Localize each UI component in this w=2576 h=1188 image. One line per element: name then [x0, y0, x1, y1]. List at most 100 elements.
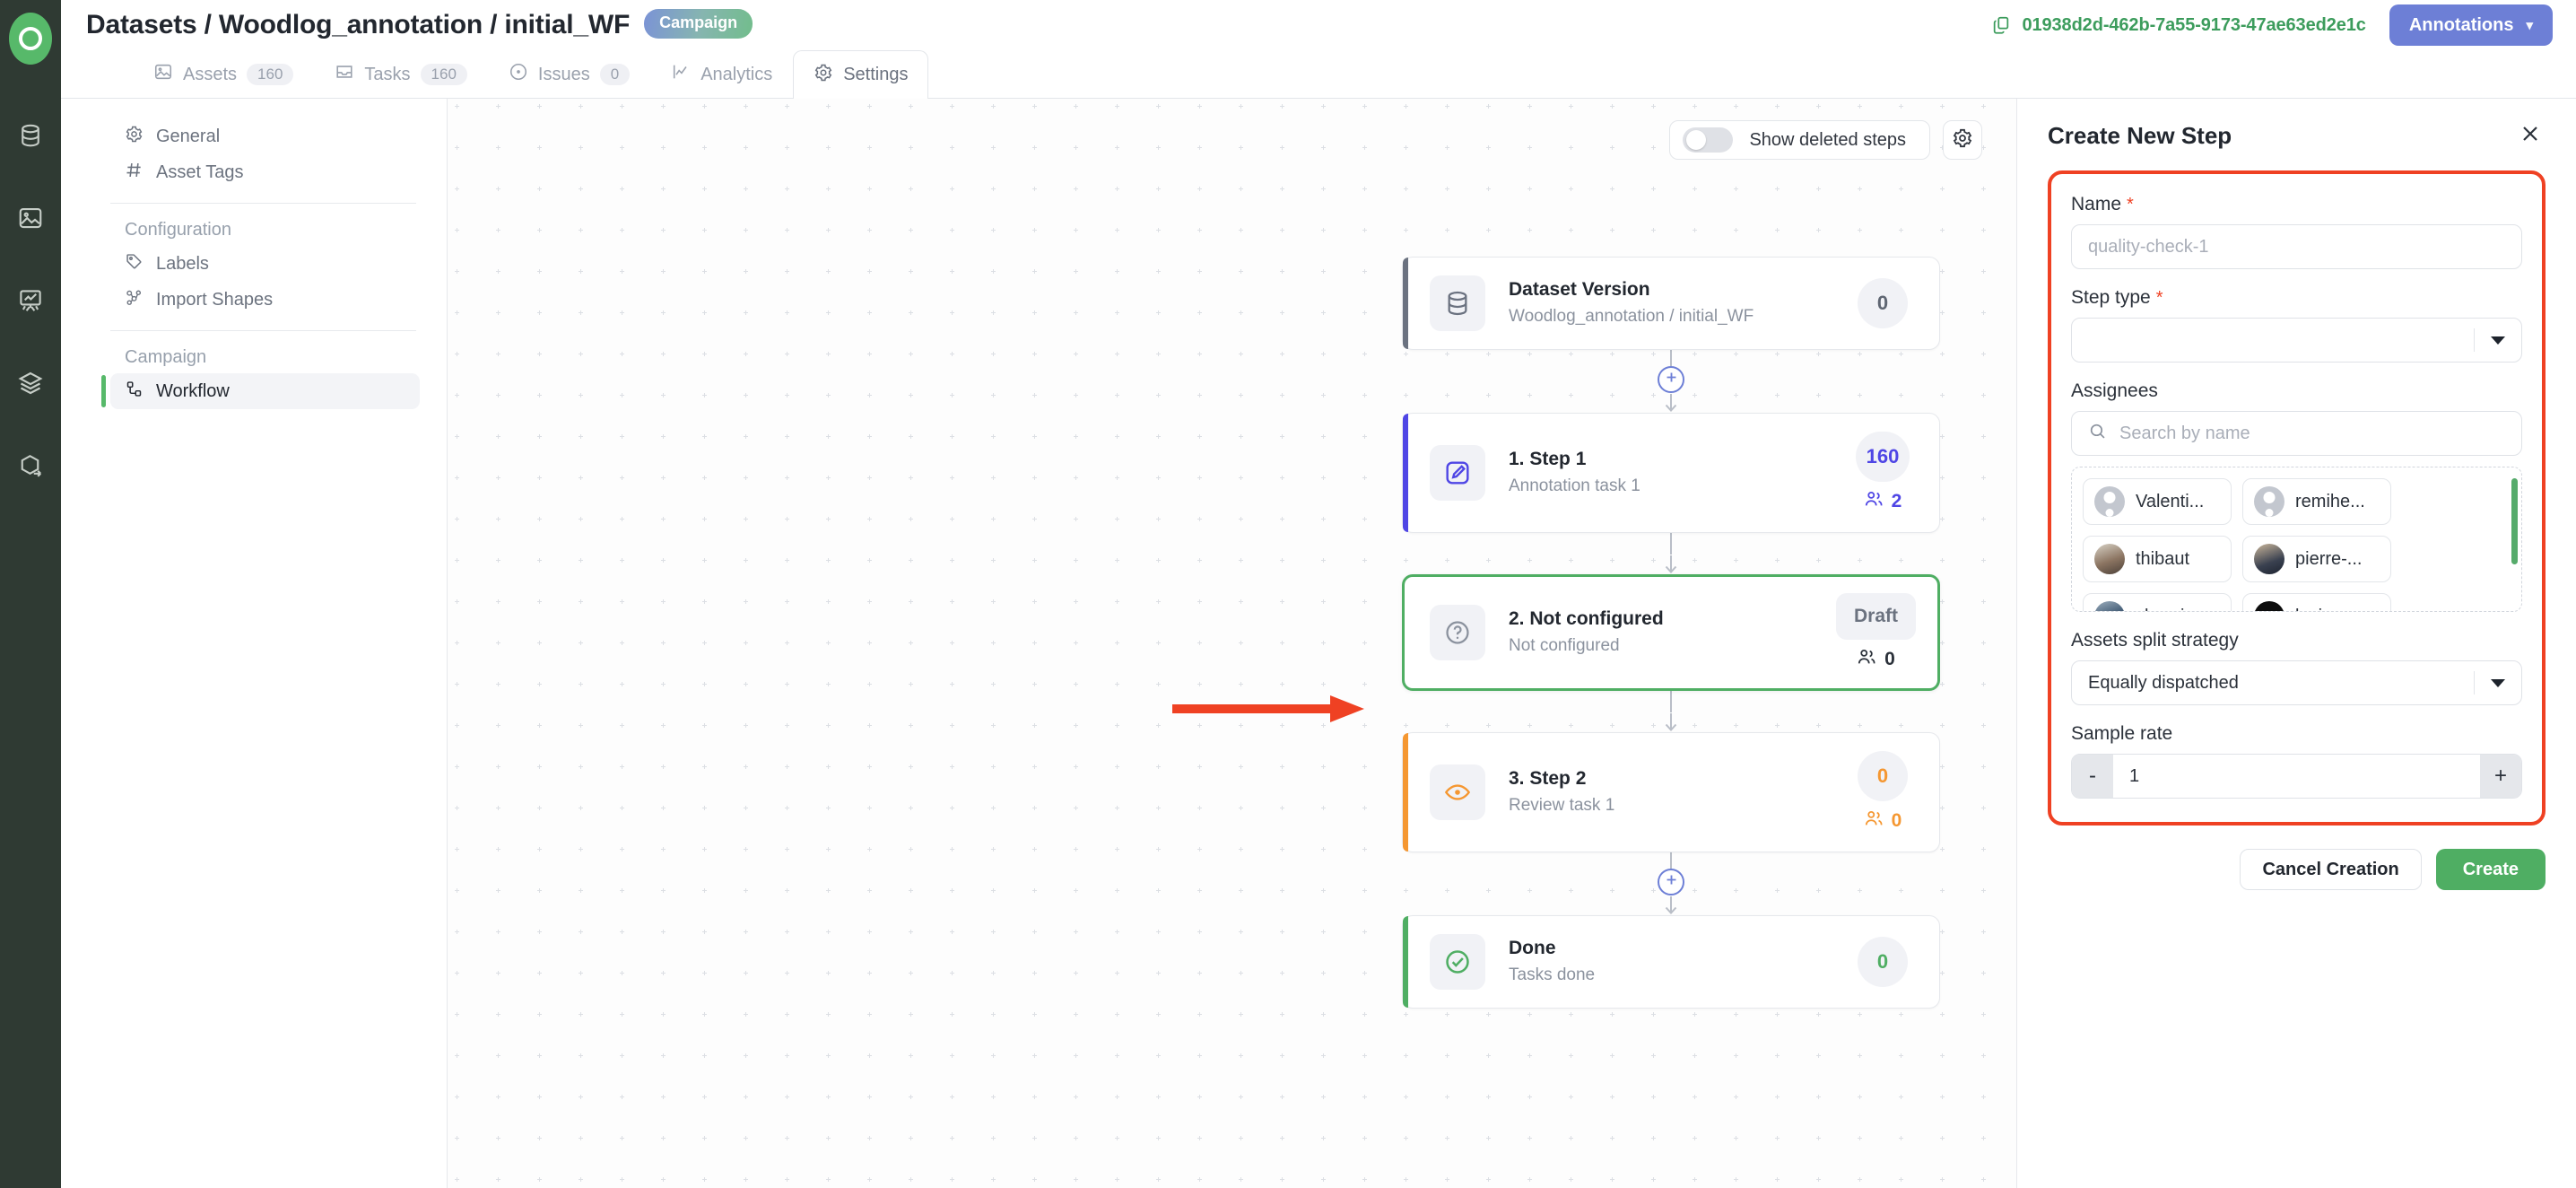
connector-line: [1670, 533, 1672, 555]
database-icon: [1430, 275, 1485, 331]
create-step-drawer: Create New Step Name * quality-check-1 S…: [2016, 99, 2576, 1188]
split-strategy-select[interactable]: Equally dispatched: [2071, 660, 2522, 705]
tab-issues[interactable]: Issues 0: [488, 50, 650, 98]
assignee-chip[interactable]: pierre-...: [2242, 536, 2391, 582]
toggle-knob: [1686, 130, 1707, 150]
connector-line: [1670, 691, 1672, 712]
workflow-node-step-2[interactable]: 3. Step 2 Review task 1 0 0: [1402, 732, 1940, 852]
name-input[interactable]: [2071, 224, 2522, 269]
assignee-search-input[interactable]: [2119, 423, 2505, 444]
node-count-badge: 160: [1855, 432, 1910, 482]
close-drawer-button[interactable]: [2515, 120, 2546, 151]
project-uuid[interactable]: 01938d2d-462b-7a55-9173-47ae63ed2e1c: [1991, 15, 2366, 36]
assignees-label: Assignees: [2071, 380, 2158, 401]
tab-settings[interactable]: Settings: [793, 50, 929, 99]
sample-rate-value[interactable]: 1: [2113, 755, 2480, 798]
assignee-list-scrollbar[interactable]: [2511, 478, 2518, 564]
workflow-icon: [125, 380, 144, 404]
assignee-chip[interactable]: thibaut: [2083, 536, 2232, 582]
campaign-badge: Campaign: [644, 8, 753, 39]
layers-icon: [17, 370, 44, 397]
assignee-name: cbrunie: [2136, 607, 2195, 612]
arrow-down-icon: [1664, 895, 1678, 915]
tab-analytics[interactable]: Analytics: [650, 50, 793, 98]
plus-icon: [1664, 370, 1679, 389]
avatar: [2254, 544, 2284, 574]
gear-icon: [814, 63, 833, 88]
show-deleted-steps-toggle[interactable]: Show deleted steps: [1669, 120, 1930, 160]
sidebar-item-general[interactable]: General: [110, 118, 420, 154]
workflow-canvas[interactable]: Show deleted steps Dataset Version Woodl…: [447, 99, 2016, 1188]
add-step-button-2[interactable]: [1658, 869, 1684, 895]
avatar: [2094, 544, 2125, 574]
tab-analytics-label: Analytics: [701, 64, 773, 84]
inbox-icon: [335, 62, 354, 87]
sample-rate-stepper: - 1 +: [2071, 754, 2522, 799]
workflow-flow: Dataset Version Woodlog_annotation / ini…: [1402, 257, 1940, 1009]
node-assignee-count: 0: [1864, 808, 1902, 834]
node-stripe: [1403, 916, 1408, 1008]
copy-icon[interactable]: [1991, 15, 2011, 35]
node-assignee-count: 2: [1864, 489, 1902, 514]
workflow-node-dataset-version[interactable]: Dataset Version Woodlog_annotation / ini…: [1402, 257, 1940, 350]
rail-item-datasets[interactable]: [10, 115, 51, 156]
connector-2: [1402, 533, 1940, 574]
node-title: Done: [1509, 938, 1556, 959]
question-circle-icon: [1430, 605, 1485, 660]
rail-item-assets[interactable]: [10, 197, 51, 239]
assignee-name: remihe...: [2295, 491, 2365, 511]
sample-rate-increment[interactable]: +: [2480, 755, 2521, 798]
workflow-node-done[interactable]: Done Tasks done 0: [1402, 915, 1940, 1009]
rail-item-analytics[interactable]: [10, 280, 51, 321]
cancel-creation-button[interactable]: Cancel Creation: [2240, 849, 2422, 890]
step-type-select[interactable]: [2071, 318, 2522, 363]
workflow-node-not-configured[interactable]: 2. Not configured Not configured Draft 0: [1402, 574, 1940, 691]
sidebar-divider-1: [110, 203, 416, 204]
sidebar-item-labels[interactable]: Labels: [110, 246, 420, 282]
chart-icon: [671, 62, 691, 87]
field-split-strategy: Assets split strategy Equally dispatched: [2071, 630, 2522, 705]
assignee-chip[interactable]: lucien....: [2242, 593, 2391, 611]
split-strategy-value: Equally dispatched: [2088, 672, 2239, 693]
assignee-search[interactable]: [2071, 411, 2522, 456]
canvas-toolbar: Show deleted steps: [1669, 120, 1982, 160]
assignee-chip[interactable]: remihe...: [2242, 478, 2391, 525]
plus-icon: [1664, 872, 1679, 892]
rail-item-layers[interactable]: [10, 363, 51, 404]
field-sample-rate: Sample rate - 1 +: [2071, 723, 2522, 799]
connector-line: [1670, 350, 1672, 366]
workflow-node-step-1[interactable]: 1. Step 1 Annotation task 1 160 2: [1402, 413, 1940, 533]
sidebar-item-import-shapes[interactable]: Import Shapes: [110, 282, 420, 318]
annotations-button[interactable]: Annotations ▾: [2389, 4, 2553, 46]
node-text: 2. Not configured Not configured: [1509, 607, 1836, 659]
canvas-settings-button[interactable]: [1943, 120, 1982, 160]
search-icon: [2088, 422, 2107, 445]
sidebar-item-workflow[interactable]: Workflow: [101, 373, 420, 409]
add-step-button-1[interactable]: [1658, 366, 1684, 393]
tab-assets[interactable]: Assets 160: [133, 50, 314, 98]
node-text: Done Tasks done: [1509, 936, 1849, 988]
connector-with-add-2: [1402, 852, 1940, 915]
required-marker: *: [2127, 195, 2134, 214]
sidebar-item-asset-tags[interactable]: Asset Tags: [110, 154, 420, 190]
node-subtitle: Tasks done: [1509, 965, 1596, 985]
assignee-chip[interactable]: Valenti...: [2083, 478, 2232, 525]
node-count-badge: 0: [1858, 278, 1908, 328]
tab-tasks[interactable]: Tasks 160: [314, 50, 488, 98]
sidebar-heading-configuration: Configuration: [125, 220, 231, 240]
assignee-chip[interactable]: cbrunie: [2083, 593, 2232, 612]
arrow-down-icon: [1664, 712, 1678, 732]
sample-rate-decrement[interactable]: -: [2072, 755, 2113, 798]
shapes-icon: [125, 288, 144, 312]
rail-item-export[interactable]: [10, 445, 51, 486]
tab-assets-label: Assets: [183, 64, 238, 84]
toggle-switch[interactable]: [1683, 127, 1734, 153]
create-button[interactable]: Create: [2435, 849, 2546, 890]
arrow-down-icon: [1664, 393, 1678, 413]
app-logo[interactable]: [9, 13, 52, 65]
node-assignee-number: 0: [1891, 810, 1902, 831]
assignee-list[interactable]: Valenti... remihe... thibaut pierre-...: [2071, 467, 2522, 612]
node-title: Dataset Version: [1509, 279, 1650, 301]
assignee-name: pierre-...: [2295, 548, 2363, 569]
sidebar-item-workflow-label: Workflow: [156, 380, 230, 401]
